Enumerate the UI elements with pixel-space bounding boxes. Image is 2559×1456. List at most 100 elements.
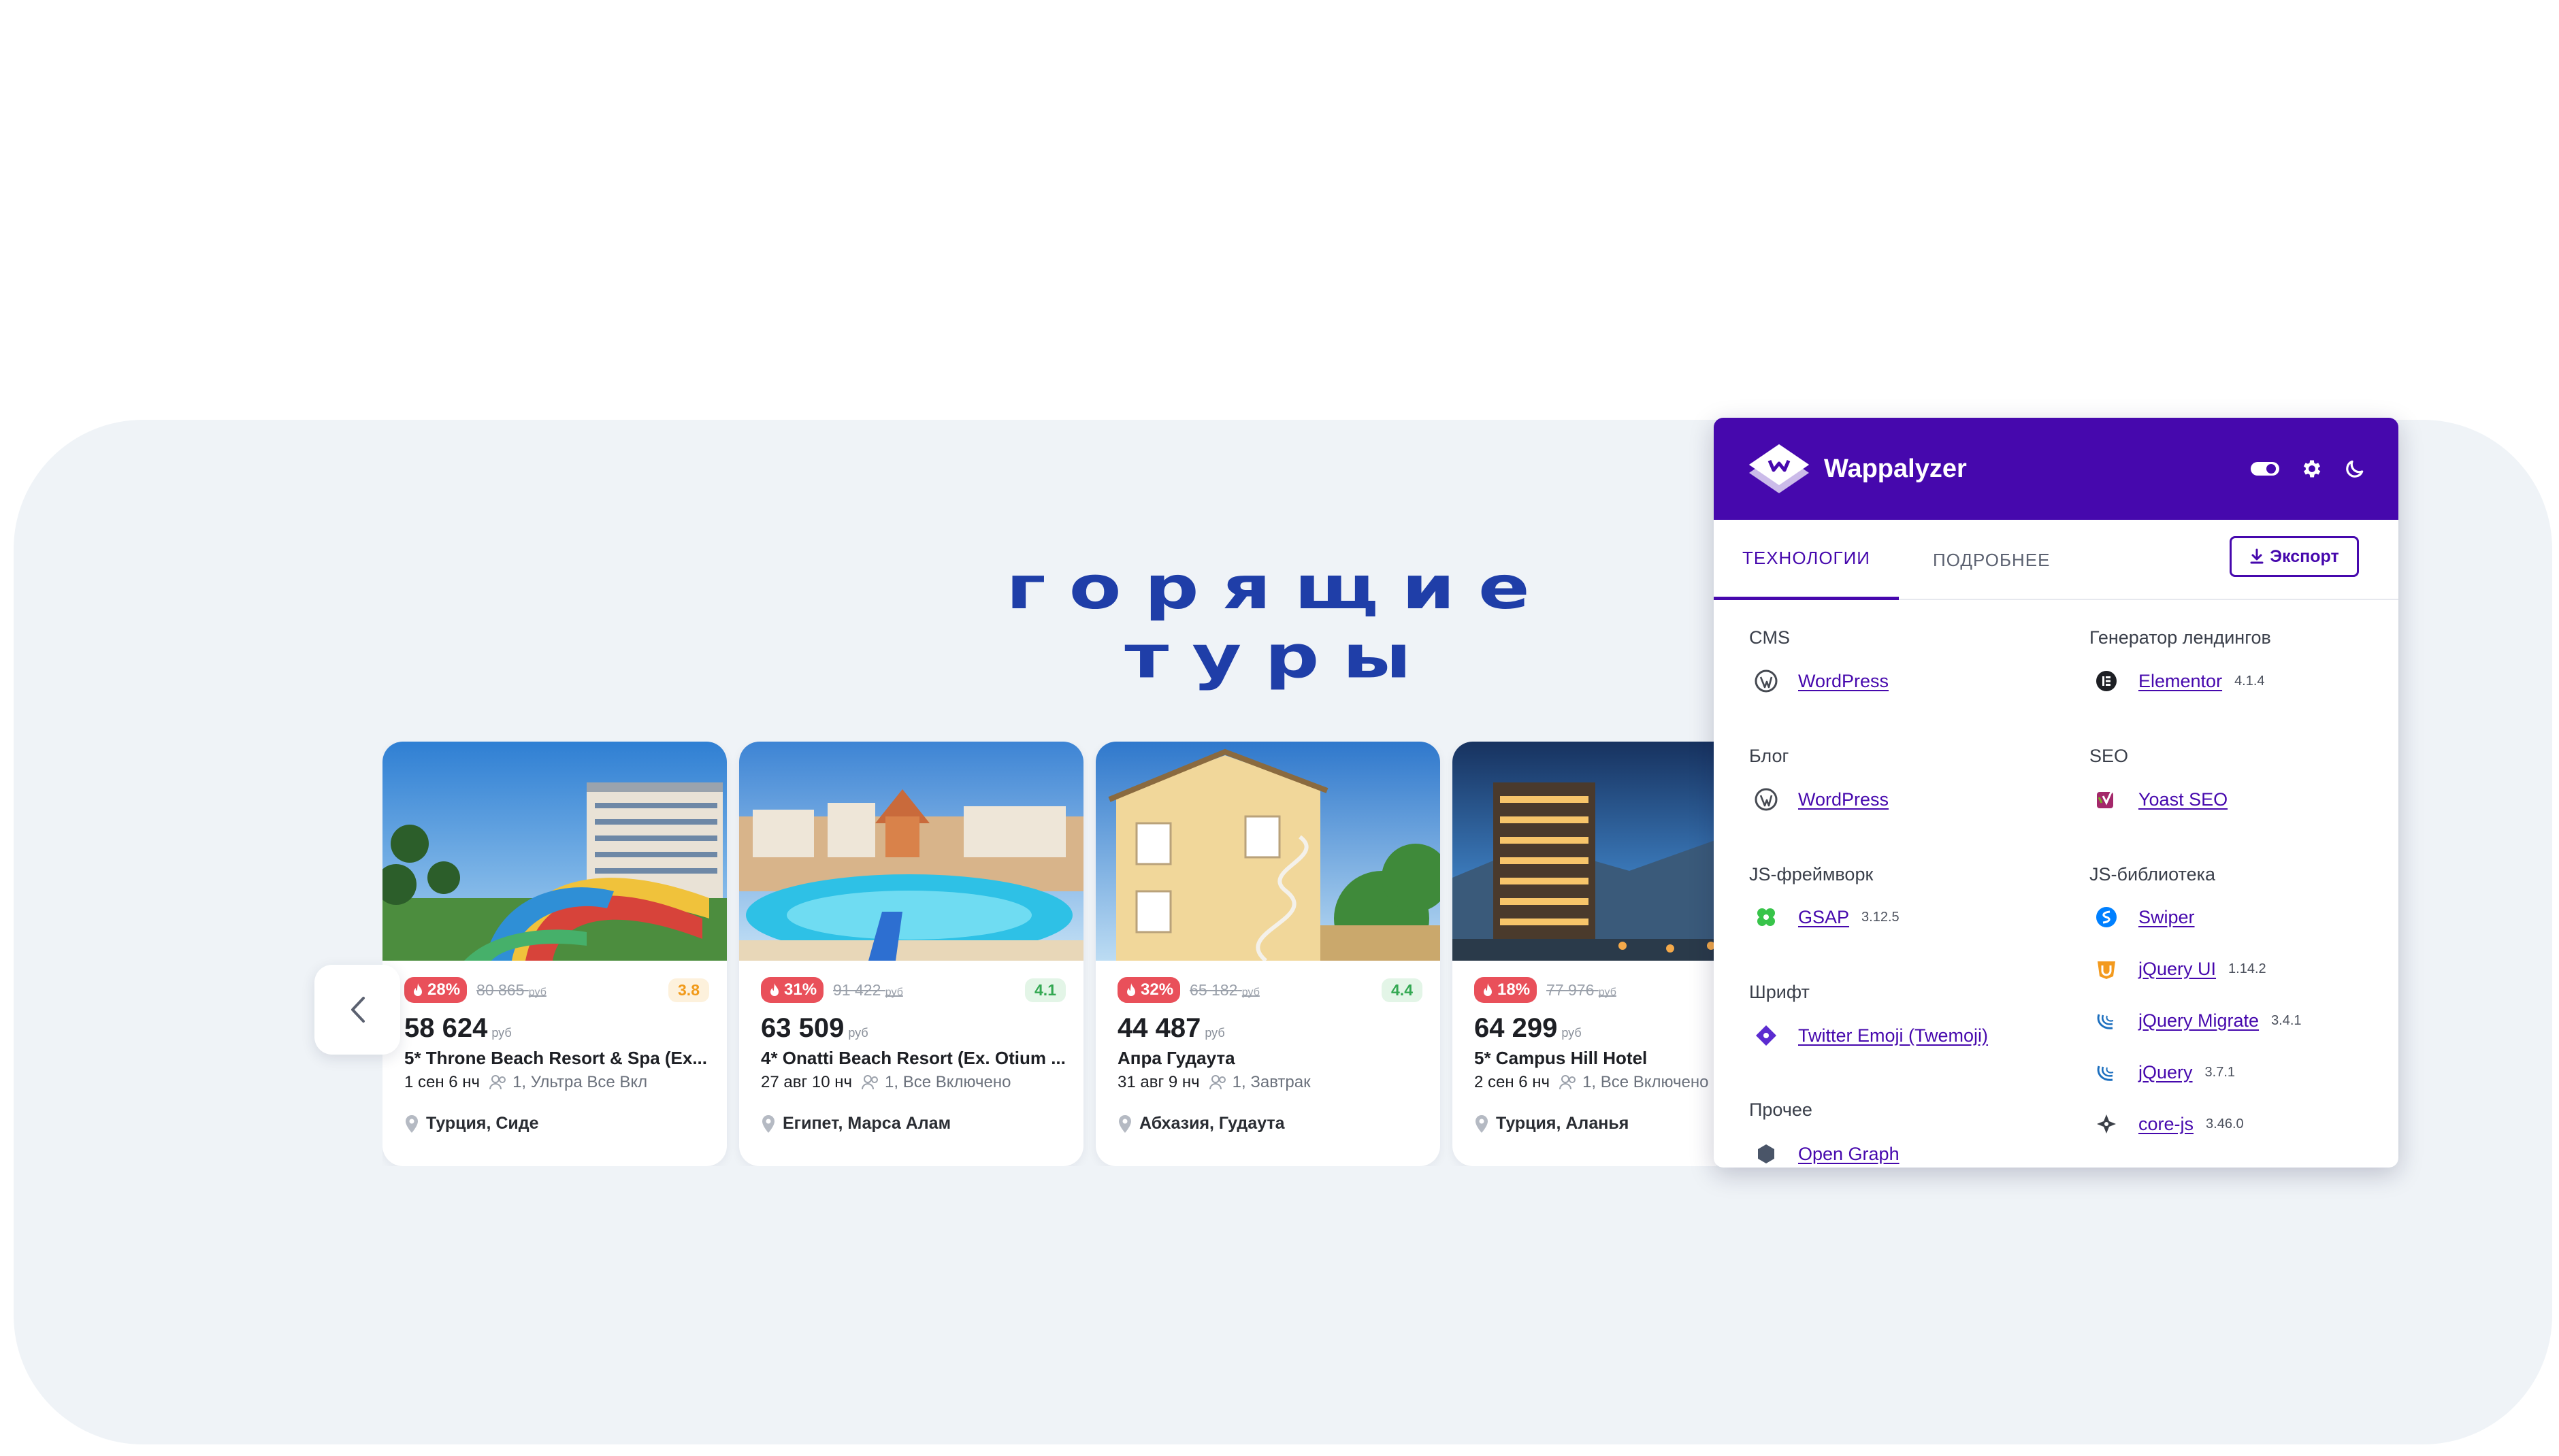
wappalyzer-tabs: ТЕХНОЛОГИИ ПОДРОБНЕЕ Экспорт — [1714, 520, 2398, 600]
guests-icon — [1209, 1075, 1226, 1090]
carousel-prev-button[interactable] — [314, 965, 400, 1055]
hotel-photo — [382, 742, 727, 961]
chevron-left-icon — [351, 997, 365, 1023]
category-cms: CMS — [1749, 627, 1790, 648]
discount-badge: 31% — [761, 977, 824, 1003]
tech-yoast[interactable]: Yoast SEO — [2093, 784, 2228, 814]
jquery-icon — [2097, 1065, 2114, 1081]
tour-location: Турция, Сиде — [404, 1114, 709, 1134]
guests-icon — [862, 1075, 879, 1090]
tour-card[interactable]: 31% 91 422 руб 4.1 63 509 руб 4* Onatti B… — [739, 742, 1083, 1166]
tech-open-graph[interactable]: Open Graph — [1753, 1139, 1900, 1168]
location-pin-icon — [762, 1114, 775, 1133]
fire-icon — [1127, 983, 1135, 996]
jquery-ui-icon — [2098, 961, 2115, 979]
old-price: 91 422 руб — [833, 980, 903, 999]
toggle-icon[interactable] — [2250, 460, 2280, 478]
wappalyzer-popup: Wappalyzer ТЕХНОЛОГИИ ПОДРОБНЕЕ Экспорт … — [1714, 418, 2398, 1168]
tech-jquery-ui[interactable]: jQuery UI 1.14.2 — [2093, 954, 2266, 984]
tab-technologies[interactable]: ТЕХНОЛОГИИ — [1714, 520, 1899, 600]
tour-card-body: 31% 91 422 руб 4.1 63 509 руб 4* Onatti B… — [761, 976, 1066, 1134]
rating-badge: 3.8 — [668, 978, 709, 1002]
guests-icon — [1559, 1075, 1576, 1090]
category-blog: Блог — [1749, 746, 1789, 766]
tour-location: Абхазия, Гудаута — [1118, 1114, 1422, 1134]
jquery-icon — [2097, 1014, 2114, 1029]
tech-jquery[interactable]: jQuery 3.7.1 — [2093, 1057, 2235, 1087]
discount-badge: 18% — [1474, 977, 1537, 1003]
tour-card[interactable]: 28% 80 865 руб 3.8 58 624 руб 5* Throne B… — [382, 742, 727, 1166]
tour-details: 27 авг 10 нч 1, Все Включено — [761, 1073, 1011, 1091]
swiper-icon — [2096, 907, 2117, 927]
tour-price: 63 509 руб — [761, 1013, 868, 1043]
tour-card-body: 18% 77 976 руб 64 299 руб 5* Campus Hill … — [1474, 976, 1716, 1134]
old-price: 65 182 руб — [1190, 980, 1260, 999]
export-button[interactable]: Экспорт — [2230, 536, 2359, 577]
hotel-name: Апра Гудаута — [1118, 1048, 1235, 1068]
tech-swiper[interactable]: Swiper — [2093, 902, 2195, 932]
tour-details: 31 авг 9 нч 1, Завтрак — [1118, 1073, 1311, 1091]
discount-badge: 32% — [1118, 977, 1181, 1003]
category-js-framework: JS-фреймворк — [1749, 864, 1874, 884]
hotel-photo — [1096, 742, 1440, 961]
yoast-icon — [2097, 790, 2113, 808]
tab-details[interactable]: ПОДРОБНЕЕ — [1933, 520, 2050, 600]
section-title: горящие туры — [1006, 553, 1553, 692]
hotel-photo — [739, 742, 1083, 961]
location-pin-icon — [1476, 1114, 1488, 1133]
rating-badge: 4.1 — [1025, 978, 1066, 1002]
fire-icon — [770, 983, 779, 996]
wappalyzer-logo-icon — [1749, 444, 1809, 493]
tech-wordpress-cms[interactable]: WordPress — [1753, 666, 1889, 696]
hotel-name: 5* Throne Beach Resort & Spa (Ex... — [404, 1048, 708, 1068]
corejs-icon — [2097, 1114, 2116, 1134]
tech-core-js[interactable]: core-js 3.46.0 — [2093, 1109, 2244, 1139]
discount-badge: 28% — [404, 977, 468, 1003]
fire-icon — [1484, 983, 1492, 996]
category-landing-generator: Генератор лендингов — [2089, 627, 2271, 648]
rating-badge: 4.4 — [1382, 978, 1422, 1002]
tour-card-body: 32% 65 182 руб 4.4 44 487 руб Апра Гудаут… — [1118, 976, 1422, 1134]
tech-jquery-migrate[interactable]: jQuery Migrate 3.4.1 — [2093, 1006, 2302, 1036]
tour-price: 58 624 руб — [404, 1013, 512, 1043]
opengraph-icon — [1758, 1144, 1774, 1163]
hotel-name: 4* Onatti Beach Resort (Ex. Otium ... — [761, 1048, 1066, 1068]
fire-icon — [414, 983, 422, 996]
category-misc: Прочее — [1749, 1099, 1812, 1120]
category-font: Шрифт — [1749, 982, 1810, 1002]
tours-carousel: 28% 80 865 руб 3.8 58 624 руб 5* Throne B… — [382, 742, 1716, 1166]
dark-mode-icon[interactable] — [2344, 458, 2366, 480]
page: горящие туры 28% 80 865 руб 3.8 58 624 р… — [0, 0, 2559, 1456]
tour-card-body: 28% 80 865 руб 3.8 58 624 руб 5* Throne B… — [404, 976, 709, 1134]
old-price: 77 976 руб — [1546, 980, 1616, 999]
tour-price: 64 299 руб — [1474, 1013, 1582, 1043]
gsap-icon — [1757, 908, 1775, 926]
tour-details: 1 сен 6 нч 1, Ультра Все Вкл — [404, 1073, 648, 1091]
location-pin-icon — [1119, 1114, 1131, 1133]
hotel-photo — [1452, 742, 1716, 961]
tour-details: 2 сен 6 нч 1, Все Включено — [1474, 1073, 1709, 1091]
wappalyzer-header: Wappalyzer — [1714, 418, 2398, 520]
wappalyzer-title: Wappalyzer — [1824, 454, 1967, 483]
download-icon — [2250, 548, 2264, 564]
tour-price: 44 487 руб — [1118, 1013, 1225, 1043]
wordpress-icon — [1755, 669, 1778, 693]
tech-elementor[interactable]: Elementor 4.1.4 — [2093, 666, 2265, 696]
guests-icon — [489, 1075, 506, 1090]
tour-card[interactable]: 32% 65 182 руб 4.4 44 487 руб Апра Гудаут… — [1096, 742, 1440, 1166]
tech-wordpress-blog[interactable]: WordPress — [1753, 784, 1889, 814]
category-seo: SEO — [2089, 746, 2129, 766]
old-price: 80 865 руб — [476, 980, 547, 999]
location-pin-icon — [406, 1114, 418, 1133]
tour-location: Египет, Марса Алам — [761, 1114, 1066, 1134]
hotel-name: 5* Campus Hill Hotel — [1474, 1048, 1648, 1068]
gear-icon[interactable] — [2300, 457, 2324, 480]
wordpress-icon — [1755, 788, 1778, 811]
elementor-icon — [2096, 671, 2117, 691]
twemoji-icon — [1756, 1025, 1776, 1046]
tech-twemoji[interactable]: Twitter Emoji (Twemoji) — [1753, 1021, 1988, 1050]
tour-card[interactable]: 18% 77 976 руб 64 299 руб 5* Campus Hill … — [1452, 742, 1716, 1166]
category-js-library: JS-библиотека — [2089, 864, 2216, 884]
tour-location: Турция, Аланья — [1474, 1114, 1716, 1134]
tech-gsap[interactable]: GSAP 3.12.5 — [1753, 902, 1900, 932]
